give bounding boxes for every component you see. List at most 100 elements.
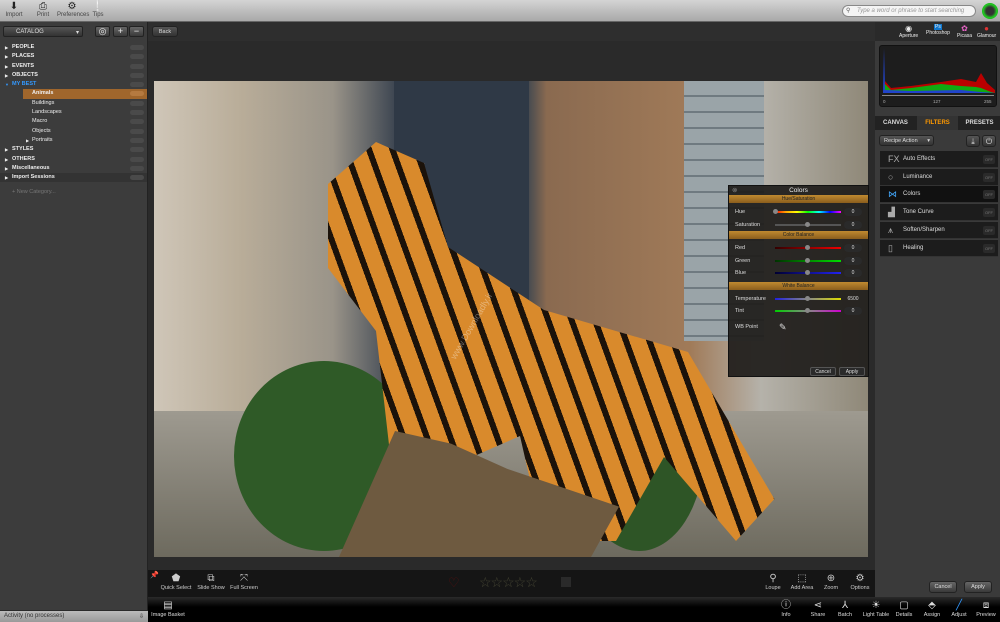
recipe-action-dropdown[interactable]: Recipe Action ▾ [879,135,934,146]
save-recipe-button[interactable]: ⤓ [966,135,980,147]
sidebar-item-places[interactable]: ▶ PLACES [0,52,147,61]
aperture-button[interactable]: ◉ Aperture [899,24,918,39]
wb-point-row: WB Point ✎ [735,321,787,333]
toggle-off[interactable]: OFF [983,244,995,253]
toggle-off[interactable]: OFF [983,155,995,164]
new-category-link[interactable]: + New Category... [0,188,147,197]
info-button[interactable]: ⓘ Info [776,600,796,618]
sidebar-item-portraits[interactable]: ▶ Portraits [0,136,147,145]
sidebar-item-buildings[interactable]: Buildings [0,99,147,108]
saturation-slider-row: Saturation 0 [729,219,868,232]
circle-icon: ○ [888,172,894,182]
tab-presets[interactable]: PRESETS [959,116,1000,130]
toggle-off[interactable]: OFF [983,208,995,217]
options-button[interactable]: ⚙ Options [847,572,873,591]
loupe-button[interactable]: ⚲ Loupe [762,572,784,591]
apply-button[interactable]: Apply [964,581,992,593]
healing-icon: ▯ [888,243,893,253]
sidebar-item-objects-sub[interactable]: Objects [0,127,147,136]
picasa-button[interactable]: ✿ Picasa [957,24,972,39]
power-button[interactable]: ⏻ [982,135,996,147]
print-button[interactable]: ⎙ Print [28,1,58,18]
dialog-apply-button[interactable]: Apply [839,367,865,376]
add-area-icon: ⬚ [797,573,807,584]
toggle-off[interactable]: OFF [983,190,995,199]
sidebar-item-landscapes[interactable]: Landscapes [0,108,147,117]
sidebar-item-miscellaneous[interactable]: ▶ Miscellaneous [0,164,147,173]
sidebar-item-people[interactable]: ▶ PEOPLE [0,43,147,52]
filter-soften-sharpen[interactable]: ⩚ Soften/Sharpen OFF [880,222,998,239]
full-screen-button[interactable]: ⤧ Full Screen [228,572,260,591]
import-button[interactable]: ⬇ Import [0,1,29,18]
slider-knob[interactable] [773,209,778,214]
sidebar-item-macro[interactable]: Macro [0,117,147,126]
slider-knob[interactable] [805,245,810,250]
toggle-off[interactable]: OFF [983,173,995,182]
dialog-cancel-button[interactable]: Cancel [810,367,836,376]
import-icon: ⬇ [9,1,19,12]
view-toggle-button[interactable]: ◎ [95,26,110,37]
slider-knob[interactable] [805,270,810,275]
eyedropper-icon[interactable]: ✎ [779,321,787,333]
heart-icon[interactable]: ♡ [448,575,460,591]
filter-tone-curve[interactable]: ▟ Tone Curve OFF [880,204,998,221]
slider-knob[interactable] [805,308,810,313]
external-apps: ◉ Aperture Ps Photoshop ✿ Picasa ● Glamour [875,0,1000,41]
sidebar-item-my-best[interactable]: ▼ MY BEST [0,80,147,89]
slider-knob[interactable] [805,295,810,301]
toggle-off[interactable]: OFF [983,226,995,235]
sidebar-item-import-sessions[interactable]: ▶ Import Sessions [0,173,147,183]
sidebar-item-events[interactable]: ▶ EVENTS [0,62,147,71]
tag-icon: ⬘ [928,600,936,611]
hue-slider[interactable] [775,211,841,213]
tab-filters[interactable]: FILTERS [917,116,958,130]
filter-healing[interactable]: ▯ Healing OFF [880,240,998,257]
share-button[interactable]: ⋖ Share [808,600,828,618]
sidebar-item-objects[interactable]: ▶ OBJECTS [0,71,147,80]
add-area-button[interactable]: ⬚ Add Area [787,572,817,591]
slider-knob[interactable] [805,221,810,227]
remove-button[interactable]: − [129,26,144,37]
batch-icon: ⅄ [841,600,849,611]
sidebar-item-styles[interactable]: ▶ STYLES [0,145,147,154]
glamour-button[interactable]: ● Glamour [977,24,996,39]
histogram-range-slider[interactable] [882,95,994,96]
preview-button[interactable]: ⧈ Preview [974,600,998,618]
fx-icon: FX [888,154,900,164]
activity-status[interactable]: Activity (no processes) ⇩ [0,611,148,622]
color-label-box[interactable] [561,577,571,587]
assign-button[interactable]: ⬘ Assign [921,600,943,618]
star-rating[interactable]: ☆☆☆☆☆ [479,574,538,591]
image-basket-button[interactable]: ▤ Image Basket [150,600,186,618]
section-hue-saturation: Hue/Saturation [729,195,868,203]
batch-button[interactable]: ⅄ Batch [834,600,856,618]
close-icon[interactable]: ⊗ [732,186,737,195]
slider-knob[interactable] [805,257,810,263]
tips-button[interactable]: ❕ Tips [83,1,113,18]
filter-luminance[interactable]: ○ Luminance OFF [880,169,998,186]
sidebar: CATALOG ▾ ◎ + − ▶ PEOPLE ▶ PLACES ▶ EVENTS ▶… [0,22,148,610]
back-button[interactable]: Back [152,26,178,37]
cancel-button[interactable]: Cancel [929,581,957,593]
catalog-dropdown[interactable]: CATALOG ▾ [3,26,83,37]
filter-colors[interactable]: ⋈ Colors OFF [880,186,998,203]
zoom-button[interactable]: ⊕ Zoom [820,572,842,591]
quick-select-button[interactable]: ⬟ Quick Select [160,572,192,591]
histogram-graph [883,48,995,93]
tab-canvas[interactable]: CANVAS [875,116,916,130]
sidebar-item-others[interactable]: ▶ OTHERS [0,155,147,164]
photo-toolbar: 📌 ⬟ Quick Select ⧉ Slide Show ⤧ Full Screen… [148,570,875,597]
sidebar-item-animals[interactable]: Animals [23,89,147,99]
add-button[interactable]: + [113,26,128,37]
pin-icon[interactable]: 📌 [150,571,159,579]
bottom-bar: ▤ Image Basket ⓘ Info ⋖ Share ⅄ Batch ☀ Light… [148,597,1000,622]
light-table-icon: ☀ [871,600,881,611]
hue-slider-row: Hue 0 [729,206,868,219]
photoshop-button[interactable]: Ps Photoshop [926,24,950,36]
slide-show-button[interactable]: ⧉ Slide Show [196,572,226,591]
adjust-button[interactable]: ╱ Adjust [948,600,970,618]
details-button[interactable]: ▢ Details [893,600,915,618]
filter-auto-effects[interactable]: FX Auto Effects OFF [880,151,998,168]
light-table-button[interactable]: ☀ Light Table [861,600,891,618]
tint-slider-row: Tint 0 [729,305,868,318]
